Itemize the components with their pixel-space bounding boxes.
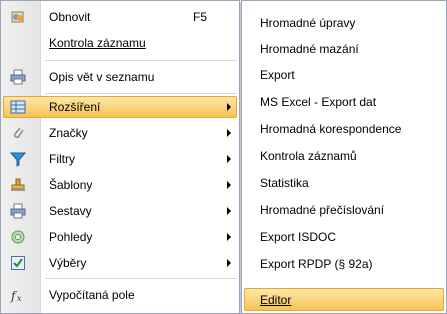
menu-item-refresh[interactable]: Obnovit F5 — [1, 4, 239, 30]
function-icon: fx — [10, 287, 26, 303]
menu-item-label: Sestavy — [49, 204, 92, 218]
separator — [45, 60, 237, 61]
menu-item-label: MS Excel - Export dat — [260, 95, 377, 109]
menu-item-label: Hromadná korespondence — [260, 122, 402, 136]
menu-item-label: Kontrola záznamu — [49, 36, 146, 50]
menu-item-reports[interactable]: Sestavy — [1, 198, 239, 224]
submenu-item-bulk-delete[interactable]: Hromadné mazání — [242, 36, 446, 62]
submenu-item-editor[interactable]: Editor — [242, 286, 446, 313]
funnel-icon — [10, 151, 26, 167]
submenu-arrow-icon — [227, 233, 231, 241]
submenu-arrow-icon — [227, 207, 231, 215]
refresh-icon — [10, 9, 26, 25]
submenu-item-excel-export[interactable]: MS Excel - Export dat — [242, 89, 446, 115]
menu-item-selections[interactable]: Výběry — [1, 250, 239, 276]
menu-item-label: Export — [260, 68, 295, 82]
printer-icon — [10, 69, 26, 85]
menu-item-label: Výběry — [49, 256, 87, 270]
menu-item-label: Kontrola záznamů — [260, 149, 357, 163]
menu-item-label: Obnovit — [49, 10, 91, 24]
shortcut-text: F5 — [193, 10, 208, 24]
menu-item-label-text: Kontrola záznamu — [49, 36, 146, 50]
menu-item-label: Statistika — [260, 176, 309, 190]
menu-item-label: Export RPDP (§ 92a) — [260, 257, 373, 271]
extensions-submenu: Hromadné úpravy Hromadné mazání Export M… — [241, 0, 447, 314]
svg-text:x: x — [17, 294, 22, 303]
menu-item-filters[interactable]: Filtry — [1, 146, 239, 172]
menu-item-computed-fields[interactable]: fx Vypočítaná pole — [1, 282, 239, 308]
submenu-arrow-icon — [227, 155, 231, 163]
submenu-item-mail-merge[interactable]: Hromadná korespondence — [242, 116, 446, 142]
menu-item-label: Hromadné úpravy — [260, 16, 356, 30]
menu-item-views[interactable]: Pohledy — [1, 224, 239, 250]
menu-item-label: Opis vět v seznamu — [49, 70, 155, 84]
menu-item-label: Vypočítaná pole — [49, 288, 135, 302]
menu-item-label: Hromadné mazání — [260, 42, 359, 56]
table-icon — [10, 99, 26, 115]
stamp-icon — [10, 177, 26, 193]
checkbox-icon — [10, 255, 26, 271]
submenu-item-bulk-edit[interactable]: Hromadné úpravy — [242, 10, 446, 36]
menu-item-label: Export ISDOC — [260, 230, 337, 244]
menu-item-extensions[interactable]: Rozšíření — [1, 94, 239, 120]
menu-item-label: Hromadné přečíslování — [260, 203, 385, 217]
separator — [45, 278, 237, 279]
printer-icon — [10, 203, 26, 219]
submenu-item-export-isdoc[interactable]: Export ISDOC — [242, 224, 446, 250]
submenu-arrow-icon — [227, 103, 231, 111]
submenu-item-record-check[interactable]: Kontrola záznamů — [242, 143, 446, 169]
highlight-bar — [3, 96, 237, 118]
submenu-arrow-icon — [227, 181, 231, 189]
menu-item-label: Editor — [260, 293, 291, 307]
menu-item-label: Šablony — [49, 178, 93, 192]
menu-item-templates[interactable]: Šablony — [1, 172, 239, 198]
menu-item-copy-records[interactable]: Opis vět v seznamu — [1, 64, 239, 90]
menu-item-label: Pohledy — [49, 230, 93, 244]
submenu-item-bulk-renumber[interactable]: Hromadné přečíslování — [242, 197, 446, 223]
submenu-arrow-icon — [227, 129, 231, 137]
menu-item-record-check[interactable]: Kontrola záznamu — [1, 30, 239, 56]
menu-item-label-text: Editor — [260, 292, 292, 307]
submenu-item-export[interactable]: Export — [242, 62, 446, 88]
submenu-item-export-rpdp[interactable]: Export RPDP (§ 92a) — [242, 251, 446, 277]
menu-item-label: Značky — [49, 126, 88, 140]
context-menu: Obnovit F5 Kontrola záznamu Opis vět v s… — [0, 0, 240, 314]
submenu-arrow-icon — [227, 259, 231, 267]
paperclip-icon — [10, 125, 26, 141]
view-icon — [10, 229, 26, 245]
menu-item-tags[interactable]: Značky — [1, 120, 239, 146]
menu-item-label: Rozšíření — [49, 100, 101, 114]
submenu-item-statistics[interactable]: Statistika — [242, 170, 446, 196]
menu-item-label: Filtry — [49, 152, 75, 166]
